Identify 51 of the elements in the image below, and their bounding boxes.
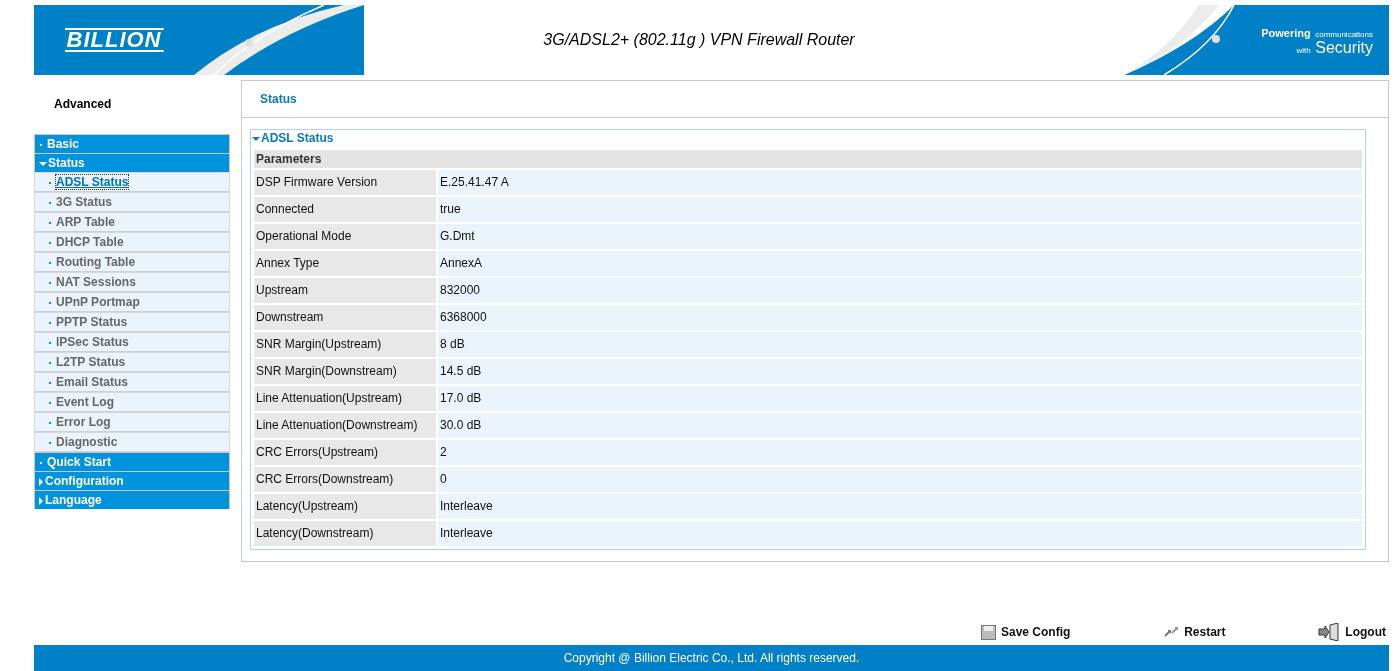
menu-item[interactable]: Language bbox=[34, 490, 230, 509]
caret-right-icon bbox=[39, 477, 43, 486]
parameter-name: Line Attenuation(Downstream) bbox=[254, 413, 436, 438]
menu-item[interactable]: Configuration bbox=[34, 471, 230, 490]
parameter-name: CRC Errors(Downstream) bbox=[254, 467, 436, 492]
caret-right-icon bbox=[39, 496, 43, 505]
router-title: 3G/ADSL2+ (802.11g ) VPN Firewall Router bbox=[543, 31, 855, 49]
parameter-name: Line Attenuation(Upstream) bbox=[254, 386, 436, 411]
action-link[interactable]: Restart bbox=[1163, 624, 1226, 640]
action-link[interactable]: Logout bbox=[1318, 623, 1386, 641]
caret-down-icon bbox=[252, 136, 260, 141]
parameter-value: Interleave bbox=[438, 521, 1362, 546]
submenu-link[interactable]: 3G Status bbox=[56, 195, 112, 209]
parameter-name: Downstream bbox=[254, 305, 436, 330]
parameter-name: CRC Errors(Upstream) bbox=[254, 440, 436, 465]
sidebar-heading: Advanced bbox=[53, 96, 113, 113]
parameter-value: AnnexA bbox=[438, 251, 1362, 276]
parameter-value: 14.5 dB bbox=[438, 359, 1362, 384]
parameter-value: 6368000 bbox=[438, 305, 1362, 330]
copyright-text: Copyright @ Billion Electric Co., Ltd. All rights reserved. bbox=[563, 651, 860, 665]
parameter-value: 2 bbox=[438, 440, 1362, 465]
parameter-name: DSP Firmware Version bbox=[254, 170, 436, 195]
parameter-value: true bbox=[438, 197, 1362, 222]
panel-title: Status bbox=[260, 92, 297, 106]
table-header: Parameters bbox=[254, 150, 1362, 168]
parameter-name: Upstream bbox=[254, 278, 436, 303]
section-title[interactable]: ADSL Status bbox=[252, 130, 1362, 146]
door-exit-icon bbox=[1318, 623, 1341, 641]
parameter-value: 30.0 dB bbox=[438, 413, 1362, 438]
parameter-name: Connected bbox=[254, 197, 436, 222]
parameter-value: Interleave bbox=[438, 494, 1362, 519]
parameter-name: Latency(Downstream) bbox=[254, 521, 436, 546]
parameter-name: Latency(Upstream) bbox=[254, 494, 436, 519]
parameter-name: Operational Mode bbox=[254, 224, 436, 249]
menu-item[interactable]: Basic bbox=[34, 134, 230, 153]
parameter-name: SNR Margin(Downstream) bbox=[254, 359, 436, 384]
parameter-value: E.25.41.47 A bbox=[438, 170, 1362, 195]
parameter-name: SNR Margin(Upstream) bbox=[254, 332, 436, 357]
brand-logo: BILLION bbox=[64, 28, 164, 52]
action-link[interactable]: Save Config bbox=[981, 624, 1071, 640]
menu-item[interactable]: Status bbox=[34, 153, 230, 172]
parameter-name: Annex Type bbox=[254, 251, 436, 276]
parameter-value: G.Dmt bbox=[438, 224, 1362, 249]
parameter-value: 832000 bbox=[438, 278, 1362, 303]
parameter-value: 17.0 dB bbox=[438, 386, 1362, 411]
parameter-value: 8 dB bbox=[438, 332, 1362, 357]
menu-item[interactable]: Quick Start bbox=[34, 452, 230, 471]
submenu-link[interactable]: Error Log bbox=[56, 415, 111, 429]
caret-down-icon bbox=[39, 161, 47, 166]
tagline: Powering communications with Security bbox=[1261, 26, 1373, 56]
parameter-value: 0 bbox=[438, 467, 1362, 492]
